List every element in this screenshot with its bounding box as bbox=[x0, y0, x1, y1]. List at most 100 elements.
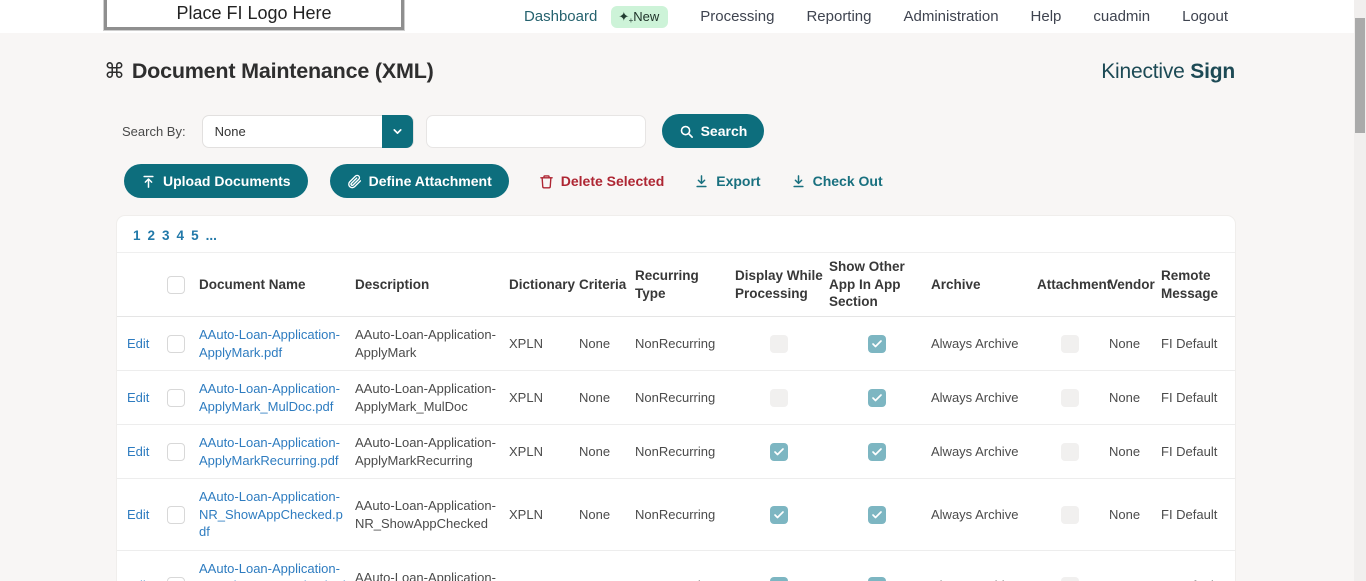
row-checkbox[interactable] bbox=[167, 335, 185, 353]
attachment-checkbox[interactable] bbox=[1061, 389, 1079, 407]
nav-item-cuadmin[interactable]: cuadmin bbox=[1093, 8, 1150, 25]
table-row: Edit AAuto-Loan-Application-NR_ShowAppCh… bbox=[117, 479, 1235, 551]
recurring-type-cell: NonRecurring bbox=[635, 335, 729, 353]
display-while-processing-checkbox[interactable] bbox=[770, 506, 788, 524]
attachment-checkbox[interactable] bbox=[1061, 443, 1079, 461]
edit-link[interactable]: Edit bbox=[127, 335, 161, 353]
remote-message-cell: FI Default bbox=[1161, 389, 1225, 407]
upload-documents-button[interactable]: Upload Documents bbox=[124, 164, 308, 198]
document-name-link[interactable]: AAuto-Loan-Application-ApplyMarkRecurrin… bbox=[199, 434, 349, 469]
attachment-checkbox[interactable] bbox=[1061, 506, 1079, 524]
show-other-app-checkbox[interactable] bbox=[868, 506, 886, 524]
row-checkbox[interactable] bbox=[167, 506, 185, 524]
search-by-select[interactable]: None bbox=[202, 115, 414, 148]
page-link[interactable]: 2 bbox=[148, 228, 156, 243]
dictionary-cell: XPLN bbox=[509, 506, 573, 524]
nav-item-administration[interactable]: Administration bbox=[904, 8, 999, 25]
brand-name: Kinective bbox=[1101, 60, 1190, 83]
page-link[interactable]: ... bbox=[206, 228, 217, 243]
show-other-app-checkbox[interactable] bbox=[868, 335, 886, 353]
page-link[interactable]: 1 bbox=[133, 228, 141, 243]
brand-product: Sign bbox=[1190, 60, 1235, 83]
col-criteria: Criteria bbox=[579, 276, 629, 294]
check-out-button[interactable]: Check Out bbox=[791, 173, 883, 189]
display-while-processing-checkbox[interactable] bbox=[770, 577, 788, 581]
search-icon bbox=[679, 124, 694, 139]
attachment-checkbox[interactable] bbox=[1061, 577, 1079, 581]
edit-link[interactable]: Edit bbox=[127, 389, 161, 407]
show-other-app-checkbox[interactable] bbox=[868, 443, 886, 461]
page-link[interactable]: 5 bbox=[191, 228, 199, 243]
edit-link[interactable]: Edit bbox=[127, 506, 161, 524]
nav-item-dashboard[interactable]: Dashboard bbox=[524, 8, 597, 25]
remote-message-cell: FI Default bbox=[1161, 335, 1225, 353]
delete-selected-button[interactable]: Delete Selected bbox=[539, 173, 665, 189]
show-other-app-checkbox[interactable] bbox=[868, 389, 886, 407]
table-row: Edit AAuto-Loan-Application-ApplyMarkRec… bbox=[117, 425, 1235, 479]
vendor-cell: None bbox=[1109, 506, 1155, 524]
criteria-cell: None bbox=[579, 335, 629, 353]
documents-table-card: 12345... Document Name Description Dicti… bbox=[117, 216, 1235, 581]
document-name-link[interactable]: AAuto-Loan-Application-ApplyMark.pdf bbox=[199, 326, 349, 361]
nav-item-help[interactable]: Help bbox=[1031, 8, 1062, 25]
search-input[interactable] bbox=[426, 115, 646, 148]
export-label: Export bbox=[716, 173, 760, 189]
edit-link[interactable]: Edit bbox=[127, 443, 161, 461]
document-name-link[interactable]: AAuto-Loan-Application-NR_ShowAppUncheck… bbox=[199, 560, 349, 581]
table-row: Edit AAuto-Loan-Application-NR_ShowAppUn… bbox=[117, 551, 1235, 581]
show-other-app-checkbox[interactable] bbox=[868, 577, 886, 581]
upload-documents-label: Upload Documents bbox=[163, 173, 291, 189]
archive-cell: Always Archive bbox=[931, 389, 1031, 407]
row-checkbox[interactable] bbox=[167, 443, 185, 461]
row-checkbox[interactable] bbox=[167, 577, 185, 581]
document-name-link[interactable]: AAuto-Loan-Application-NR_ShowAppChecked… bbox=[199, 488, 349, 541]
search-row: Search By: None Search bbox=[122, 114, 1235, 148]
dictionary-cell: XPLN bbox=[509, 335, 573, 353]
vendor-cell: None bbox=[1109, 335, 1155, 353]
dictionary-cell: XPLN bbox=[509, 389, 573, 407]
search-by-label: Search By: bbox=[122, 124, 186, 139]
define-attachment-label: Define Attachment bbox=[369, 173, 492, 189]
col-vendor: Vendor bbox=[1109, 276, 1155, 294]
document-name-link[interactable]: AAuto-Loan-Application-ApplyMark_MulDoc.… bbox=[199, 380, 349, 415]
scrollbar-thumb[interactable] bbox=[1355, 18, 1365, 133]
vendor-cell: None bbox=[1109, 443, 1155, 461]
edit-link[interactable]: Edit bbox=[127, 577, 161, 581]
kinective-sign-logo: Kinective Sign bbox=[1101, 60, 1235, 84]
select-all-checkbox[interactable] bbox=[167, 276, 185, 294]
display-while-processing-checkbox[interactable] bbox=[770, 389, 788, 407]
fi-logo-text: Place FI Logo Here bbox=[176, 0, 331, 24]
nav-item-logout[interactable]: Logout bbox=[1182, 8, 1228, 25]
define-attachment-button[interactable]: Define Attachment bbox=[330, 164, 509, 198]
row-checkbox[interactable] bbox=[167, 389, 185, 407]
remote-message-cell: FI Default bbox=[1161, 577, 1225, 581]
new-badge: ✦+New bbox=[611, 6, 668, 28]
display-while-processing-checkbox[interactable] bbox=[770, 335, 788, 353]
col-document-name: Document Name bbox=[199, 276, 349, 294]
window-scrollbar[interactable] bbox=[1354, 0, 1366, 581]
col-attachment: Attachment bbox=[1037, 276, 1103, 294]
search-by-selected-value: None bbox=[203, 124, 246, 139]
recurring-type-cell: NonRecurring bbox=[635, 389, 729, 407]
page-link[interactable]: 4 bbox=[177, 228, 185, 243]
page-link[interactable]: 3 bbox=[162, 228, 170, 243]
col-recurring-type: Recurring Type bbox=[635, 267, 729, 302]
display-while-processing-checkbox[interactable] bbox=[770, 443, 788, 461]
export-button[interactable]: Export bbox=[694, 173, 760, 189]
paperclip-icon bbox=[347, 174, 362, 189]
page-title: ⌘ Document Maintenance (XML) bbox=[104, 59, 434, 84]
vendor-cell: None bbox=[1109, 389, 1155, 407]
nav-item-reporting[interactable]: Reporting bbox=[806, 8, 871, 25]
recurring-type-cell: NonRecurring bbox=[635, 577, 729, 581]
main-content: ⌘ Document Maintenance (XML) Kinective S… bbox=[0, 59, 1366, 581]
table-row: Edit AAuto-Loan-Application-ApplyMark.pd… bbox=[117, 317, 1235, 371]
upload-icon bbox=[141, 174, 156, 189]
nav-item-processing[interactable]: Processing bbox=[700, 8, 774, 25]
recurring-type-cell: NonRecurring bbox=[635, 506, 729, 524]
attachment-checkbox[interactable] bbox=[1061, 335, 1079, 353]
actions-row: Upload Documents Define Attachment Delet… bbox=[124, 164, 1235, 198]
page-title-text: Document Maintenance (XML) bbox=[132, 59, 434, 84]
primary-nav: Dashboard ✦+New Processing Reporting Adm… bbox=[524, 0, 1228, 33]
search-button[interactable]: Search bbox=[662, 114, 765, 148]
download-icon bbox=[791, 174, 806, 189]
